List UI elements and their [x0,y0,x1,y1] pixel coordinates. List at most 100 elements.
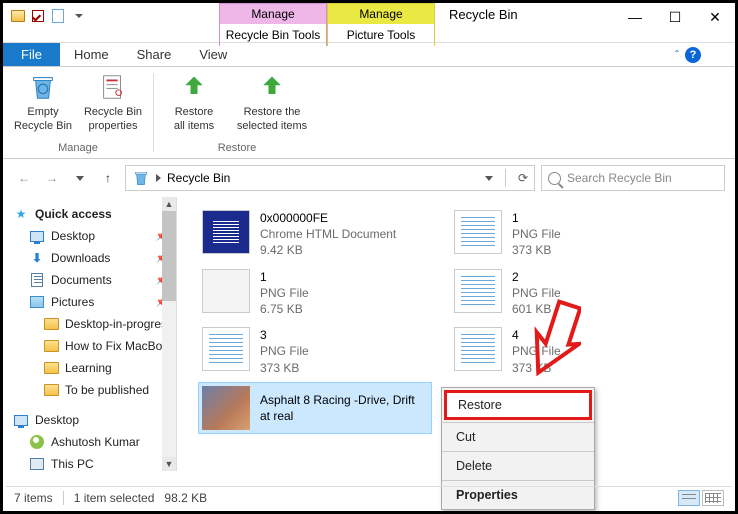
file-meta: 4PNG File373 KB [512,327,561,376]
context-tab-group-label: Manage [328,4,434,24]
minimize-button[interactable]: — [615,3,655,31]
sidebar-scrollbar[interactable]: ▲ ▼ [162,197,176,471]
file-size: 601 KB [512,301,561,317]
sidebar-item[interactable]: Documents📌 [9,269,176,291]
recent-locations-button[interactable] [69,167,91,189]
qat-properties-button[interactable] [29,7,47,25]
file-type: Chrome HTML Document [260,226,396,242]
search-box[interactable]: Search Recycle Bin [541,165,725,191]
file-size: 373 KB [512,360,561,376]
navigation-pane: ★ Quick access Desktop📌⬇Downloads📌Docume… [3,197,176,471]
sidebar-item[interactable]: How to Fix MacBoo [9,335,176,357]
file-size: 373 KB [512,242,561,258]
details-view-button[interactable] [678,490,700,506]
folder-icon [43,316,59,332]
ribbon-collapse-button[interactable]: ˆ [675,48,679,62]
file-thumbnail [454,269,502,313]
sidebar-item-label: How to Fix MacBoo [65,339,169,353]
documents-icon [29,272,45,288]
file-item[interactable]: 3PNG File373 KB [199,324,431,379]
context-tab-recycle-bin-tools[interactable]: Manage Recycle Bin Tools [219,3,327,46]
file-name: 1 [512,210,561,226]
up-button[interactable]: ↑ [97,167,119,189]
status-size: 98.2 KB [164,491,207,505]
sidebar-item[interactable]: Learning [9,357,176,379]
file-item[interactable]: 4PNG File373 KB [451,324,683,379]
status-item-count: 7 items [14,491,53,505]
file-item[interactable]: 1PNG File6.75 KB [199,266,431,321]
file-name: 0x000000FE [260,210,396,226]
file-item[interactable]: 2PNG File601 KB [451,266,683,321]
share-tab[interactable]: Share [123,43,186,66]
recycle-bin-icon [28,72,58,102]
file-type: PNG File [512,226,561,242]
sidebar-item[interactable]: Desktop-in-progres [9,313,176,335]
ribbon-label: Recycle Bin properties [84,106,142,134]
home-tab[interactable]: Home [60,43,123,66]
context-menu-delete[interactable]: Delete [442,452,594,480]
sidebar-quick-access[interactable]: ★ Quick access [9,203,176,225]
qat-folder-button[interactable] [9,7,27,25]
ribbon-group-label: Restore [218,142,257,156]
sidebar-item-label: Learning [65,361,112,375]
sidebar-item-label: Documents [51,273,112,287]
file-meta: 2PNG File601 KB [512,269,561,318]
sidebar-desktop-root[interactable]: Desktop [9,409,176,431]
file-meta: 1PNG File373 KB [512,210,561,259]
ribbon-group-manage: Empty Recycle Bin Recycle Bin properties… [3,67,153,158]
refresh-button[interactable]: ⟳ [518,171,528,185]
file-item[interactable]: Asphalt 8 Racing -Drive, Drift at real [199,383,431,433]
desktop-icon [29,228,45,244]
thumbnails-view-button[interactable] [702,490,724,506]
scroll-down-button[interactable]: ▼ [162,457,176,471]
page-icon [52,9,64,23]
context-menu-restore[interactable]: Restore [444,390,592,420]
search-icon [548,172,561,185]
check-icon [32,10,44,22]
context-tab-picture-tools[interactable]: Manage Picture Tools [327,3,435,46]
ribbon-group-label: Manage [58,142,98,156]
scroll-thumb[interactable] [162,211,176,301]
sidebar-item-label: Downloads [51,251,110,265]
file-item[interactable]: 0x000000FEChrome HTML Document9.42 KB [199,207,431,262]
star-icon: ★ [13,206,29,222]
chevron-down-icon[interactable] [485,176,493,181]
file-tab[interactable]: File [3,43,60,66]
close-button[interactable]: ✕ [695,3,735,31]
qat-newpage-button[interactable] [49,7,67,25]
restore-selected-items-button[interactable]: Restore the selected items [232,71,312,142]
file-type: PNG File [260,285,309,301]
folder-icon [11,10,25,22]
file-item[interactable]: 1PNG File373 KB [451,207,683,262]
quick-access-toolbar [3,3,93,29]
view-tab[interactable]: View [185,43,241,66]
address-bar[interactable]: Recycle Bin ⟳ [125,165,535,191]
empty-recycle-bin-button[interactable]: Empty Recycle Bin [11,71,75,142]
sidebar-item[interactable]: ⬇Downloads📌 [9,247,176,269]
sidebar-item[interactable]: Ashutosh Kumar [9,431,176,453]
pc-icon [29,456,45,471]
file-name: 3 [260,327,309,343]
maximize-button[interactable]: ☐ [655,3,695,31]
ribbon-label: Restore the selected items [237,106,307,134]
recycle-bin-properties-button[interactable]: Recycle Bin properties [81,71,145,142]
file-size: 6.75 KB [260,301,309,317]
sidebar-item[interactable]: Pictures📌 [9,291,176,313]
qat-more-button[interactable] [69,7,87,25]
file-list[interactable]: 0x000000FEChrome HTML Document9.42 KB1PN… [177,197,735,471]
file-type: PNG File [260,343,309,359]
sidebar-item[interactable]: To be published [9,379,176,401]
back-button[interactable]: ← [13,167,35,189]
file-meta: 0x000000FEChrome HTML Document9.42 KB [260,210,396,259]
help-button[interactable]: ? [685,47,701,63]
status-selection: 1 item selected [74,491,155,505]
sidebar-item[interactable]: This PC [9,453,176,471]
sidebar-item-label: This PC [51,457,94,471]
restore-all-items-button[interactable]: Restore all items [162,71,226,142]
context-menu-cut[interactable]: Cut [442,423,594,451]
context-tab-tool-label: Picture Tools [328,24,434,46]
file-meta: 1PNG File6.75 KB [260,269,309,318]
sidebar-item[interactable]: Desktop📌 [9,225,176,247]
file-meta: Asphalt 8 Racing -Drive, Drift at real [260,386,428,430]
scroll-up-button[interactable]: ▲ [162,197,176,211]
